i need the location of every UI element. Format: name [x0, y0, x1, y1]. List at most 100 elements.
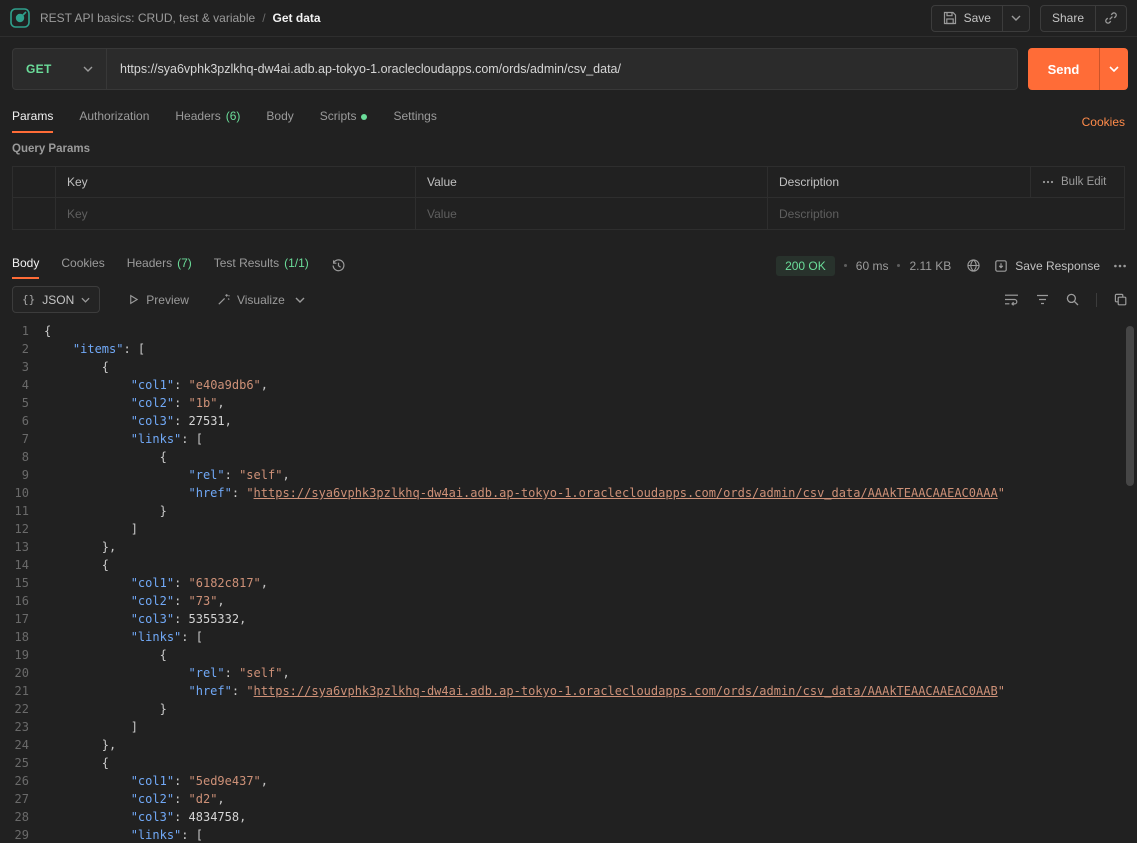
network-info-icon[interactable]	[966, 258, 981, 273]
tab-headers-label: Headers	[175, 109, 221, 123]
line-number: 25	[14, 756, 29, 770]
share-button[interactable]: Share	[1041, 6, 1095, 31]
topbar: REST API basics: CRUD, test & variable /…	[0, 0, 1137, 37]
column-header-value: Value	[416, 167, 768, 197]
preview-button[interactable]: Preview	[128, 293, 189, 307]
breadcrumb-collection[interactable]: REST API basics: CRUD, test & variable	[40, 11, 255, 25]
code-text: {	[44, 756, 110, 770]
code-line: 6 "col3": 27531,	[0, 412, 1137, 430]
line-number: 18	[14, 630, 29, 644]
code-line: 27 "col2": "d2",	[0, 790, 1137, 808]
code-text: ]	[44, 522, 138, 536]
line-number: 8	[21, 450, 29, 464]
tab-settings[interactable]: Settings	[393, 102, 436, 133]
bulk-edit-button[interactable]: Bulk Edit	[1031, 167, 1124, 197]
response-tab-headers[interactable]: Headers (7)	[127, 249, 192, 279]
response-body-toolbar: {} JSON Preview Visualize	[12, 286, 1127, 313]
code-line: 25 {	[0, 754, 1137, 772]
url-input[interactable]	[107, 49, 1017, 89]
breadcrumb-request-name[interactable]: Get data	[273, 11, 321, 25]
request-tabs: Params Authorization Headers (6) Body Sc…	[12, 101, 1125, 133]
response-tab-body[interactable]: Body	[12, 249, 40, 279]
param-key-input[interactable]	[67, 206, 404, 221]
code-line: 23 ]	[0, 718, 1137, 736]
visualize-options-chevron[interactable]	[295, 297, 305, 303]
tab-authorization[interactable]: Authorization	[79, 102, 149, 133]
save-button-group: Save	[930, 4, 1030, 32]
code-line: 21 "href": "https://sya6vphk3pzlkhq-dw4a…	[0, 682, 1137, 700]
code-line: 12 ]	[0, 520, 1137, 538]
params-header-row: Key Value Description Bulk Edit	[13, 167, 1124, 198]
code-line: 24 },	[0, 736, 1137, 754]
method-label: GET	[26, 62, 52, 76]
wand-icon	[217, 293, 230, 306]
param-description-input[interactable]	[779, 206, 1113, 221]
tab-params-label: Params	[12, 109, 54, 123]
code-text: "href": "https://sya6vphk3pzlkhq-dw4ai.a…	[188, 486, 1005, 500]
code-text: "col1": "6182c817",	[130, 576, 268, 590]
line-number: 23	[14, 720, 29, 734]
row-handle-cell	[13, 198, 56, 229]
breadcrumb-separator: /	[262, 11, 266, 25]
tab-headers[interactable]: Headers (6)	[175, 102, 240, 133]
line-number: 12	[14, 522, 29, 536]
param-key-cell	[56, 198, 416, 229]
response-tab-body-label: Body	[12, 256, 40, 270]
code-text: "col3": 4834758,	[130, 810, 247, 824]
params-empty-row	[13, 198, 1124, 229]
response-history-icon[interactable]	[331, 258, 346, 273]
copy-link-button[interactable]	[1096, 6, 1126, 31]
response-format-select[interactable]: {} JSON	[12, 286, 101, 313]
workspace-logo-icon[interactable]	[10, 8, 30, 28]
response-tab-test-results[interactable]: Test Results (1/1)	[214, 249, 309, 279]
code-toolbar-icons	[1004, 292, 1127, 307]
response-tab-tests-label: Test Results	[213, 256, 280, 270]
wrap-text-icon[interactable]	[1004, 293, 1019, 306]
method-url-field: GET	[12, 48, 1018, 90]
code-text: "col2": "d2",	[130, 792, 225, 806]
line-number: 26	[14, 774, 29, 788]
tab-scripts[interactable]: Scripts	[320, 102, 368, 133]
share-button-label: Share	[1051, 11, 1084, 25]
response-more-options-icon[interactable]	[1113, 264, 1127, 268]
response-tab-tests-count: (1/1)	[284, 256, 309, 270]
line-number: 3	[21, 360, 29, 374]
code-line: 18 "links": [	[0, 628, 1137, 646]
response-tab-cookies-label: Cookies	[61, 256, 105, 270]
code-text: "links": [	[130, 630, 203, 644]
line-number: 13	[14, 540, 29, 554]
response-size: 2.11 KB	[909, 258, 952, 273]
save-options-chevron[interactable]	[1003, 6, 1029, 31]
code-text: "rel": "self",	[188, 468, 290, 482]
param-value-input[interactable]	[427, 206, 756, 221]
cookies-link[interactable]: Cookies	[1082, 115, 1125, 133]
line-number: 21	[14, 684, 29, 698]
code-line: 26 "col1": "5ed9e437",	[0, 772, 1137, 790]
code-text: "col1": "e40a9db6",	[130, 378, 268, 392]
code-text: "col1": "5ed9e437",	[130, 774, 268, 788]
method-select[interactable]: GET	[13, 49, 107, 89]
save-response-button[interactable]: Save Response	[994, 259, 1100, 273]
tab-settings-label: Settings	[393, 109, 437, 123]
code-line: 16 "col2": "73",	[0, 592, 1137, 610]
code-line: 10 "href": "https://sya6vphk3pzlkhq-dw4a…	[0, 484, 1137, 502]
copy-icon[interactable]	[1114, 293, 1127, 306]
tab-body[interactable]: Body	[266, 102, 293, 133]
save-button[interactable]: Save	[932, 6, 1002, 31]
response-meta: 200 OK 60 ms 2.11 KB Save Response	[776, 255, 1127, 276]
line-number: 14	[14, 558, 29, 572]
response-tab-cookies[interactable]: Cookies	[61, 249, 104, 279]
visualize-button[interactable]: Visualize	[217, 293, 285, 307]
code-text: "items": [	[72, 342, 146, 356]
send-button[interactable]: Send	[1028, 48, 1099, 90]
search-icon[interactable]	[1066, 293, 1079, 306]
play-icon	[128, 294, 139, 305]
vertical-scrollbar-thumb[interactable]	[1126, 326, 1134, 486]
preview-label: Preview	[146, 292, 189, 307]
tab-params[interactable]: Params	[12, 102, 54, 133]
code-text: "col2": "1b",	[130, 396, 225, 410]
code-line: 22 }	[0, 700, 1137, 718]
line-number: 9	[21, 468, 29, 482]
filter-icon[interactable]	[1036, 294, 1049, 305]
send-options-chevron[interactable]	[1099, 48, 1128, 90]
